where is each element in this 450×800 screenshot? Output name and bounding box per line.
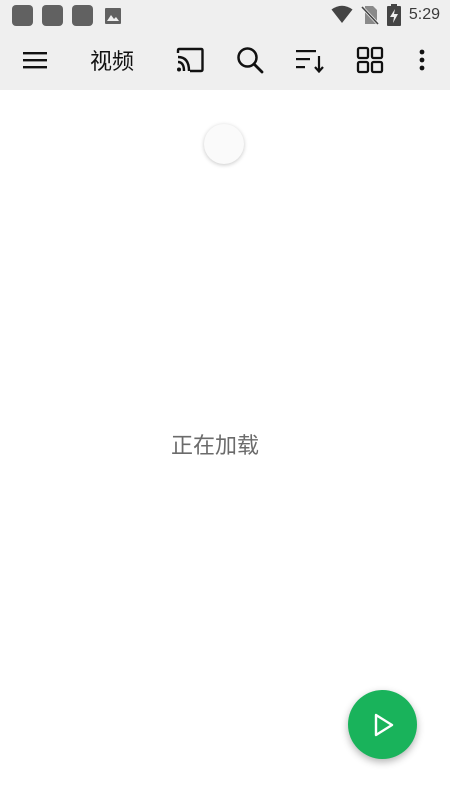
notification-icons [12,5,123,26]
loading-text: 正在加载 [170,434,259,459]
menu-button[interactable] [12,30,58,90]
search-button[interactable] [226,30,274,90]
cast-button[interactable] [166,30,214,90]
more-vert-icon [419,49,425,71]
loading-spinner [204,124,244,164]
grid-view-icon [356,46,384,74]
cast-icon [176,47,204,73]
app-notification-icon [12,5,33,26]
play-fab-button[interactable] [348,690,417,759]
more-options-button[interactable] [406,30,438,90]
search-icon [237,47,264,74]
status-bar: 5:29 [0,0,450,30]
status-time: 5:29 [408,6,440,23]
image-icon [102,5,123,26]
status-right: 5:29 [331,4,440,26]
no-sim-icon [360,5,379,25]
app-notification-icon [72,5,93,26]
toolbar: 视频 [0,30,450,90]
sort-icon [296,50,324,73]
battery-charging-icon [386,4,401,26]
app-notification-icon [42,5,63,26]
page-title: 视频 [90,50,135,75]
play-icon [374,713,393,736]
grid-view-button[interactable] [346,30,394,90]
menu-icon [23,52,47,69]
wifi-icon [331,5,353,23]
screen: 5:29 视频 正在加载 [0,0,450,800]
sort-button[interactable] [286,30,334,90]
